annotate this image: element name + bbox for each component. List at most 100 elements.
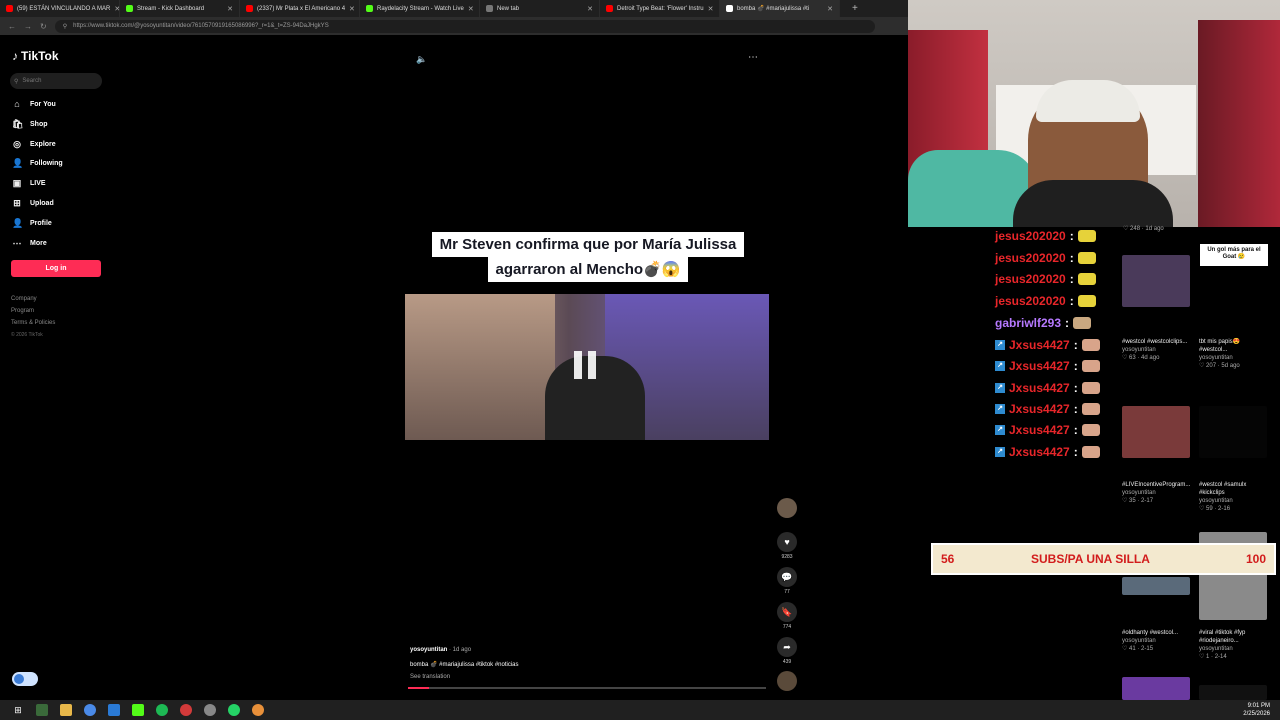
tiktok-logo[interactable]: ♪ TikTok bbox=[12, 49, 59, 63]
more-icon: ⋯ bbox=[12, 237, 22, 248]
nav-live[interactable]: ▣ LIVE bbox=[12, 177, 46, 189]
footer-program-link[interactable]: Program bbox=[11, 308, 34, 314]
more-options-icon[interactable]: ⋯ bbox=[748, 52, 758, 63]
chat-username[interactable]: jesus202020 bbox=[995, 229, 1066, 243]
search-input[interactable]: ⚲ Search bbox=[10, 73, 102, 89]
close-icon[interactable]: ✕ bbox=[587, 5, 593, 13]
video-progress-bar[interactable] bbox=[408, 687, 766, 689]
browser-tab[interactable]: (2337) Mr Plata x El Americano 4 ✕ bbox=[240, 0, 360, 17]
see-translation-link[interactable]: See translation bbox=[410, 674, 450, 680]
login-button[interactable]: Log in bbox=[11, 260, 101, 277]
rec-info[interactable]: #viral #tiktok #fyp #riodejaneiro... yoso… bbox=[1199, 629, 1269, 661]
chrome-icon[interactable] bbox=[84, 704, 96, 716]
close-icon[interactable]: ✕ bbox=[349, 5, 355, 13]
rec-info[interactable]: #westcol #samulx #kickclips yosoyuntitan ♡… bbox=[1199, 481, 1269, 513]
chat-username[interactable]: Jxsus4427 bbox=[1009, 338, 1070, 352]
rec-thumbnail[interactable] bbox=[1122, 255, 1190, 307]
sound-avatar[interactable] bbox=[776, 671, 798, 693]
comment-button[interactable]: 💬 77 bbox=[776, 567, 798, 595]
author-name[interactable]: yosoyuntitan bbox=[410, 647, 447, 653]
footer-copyright: © 2026 TikTok bbox=[11, 332, 43, 338]
browser-tab[interactable]: Stream - Kick Dashboard ✕ bbox=[120, 0, 240, 17]
new-tab-button[interactable]: + bbox=[852, 3, 858, 14]
chat-username[interactable]: Jxsus4427 bbox=[1009, 445, 1070, 459]
live-icon: ▣ bbox=[12, 177, 22, 188]
browser-tab-active[interactable]: bomba 💣 #mariajulissa #ti ✕ bbox=[720, 0, 840, 17]
kick-icon[interactable] bbox=[132, 704, 144, 716]
reload-icon[interactable]: ↻ bbox=[40, 22, 47, 31]
rec-thumbnail[interactable] bbox=[1122, 406, 1190, 458]
chat-username[interactable]: gabriwlf293 bbox=[995, 316, 1061, 330]
browser-icon[interactable] bbox=[180, 704, 192, 716]
url-input[interactable]: ⚲ https://www.tiktok.com/@yosoyuntitan/v… bbox=[54, 19, 875, 33]
rec-thumbnail[interactable] bbox=[1199, 406, 1267, 458]
author-line[interactable]: yosoyuntitan · 1d ago bbox=[410, 647, 471, 653]
footer-company-link[interactable]: Company bbox=[11, 296, 37, 302]
comment-icon: 💬 bbox=[777, 567, 797, 587]
chat-username[interactable]: jesus202020 bbox=[995, 251, 1066, 265]
subs-goal-label: SUBS/PA UNA SILLA bbox=[1031, 552, 1150, 566]
pause-icon[interactable] bbox=[574, 351, 596, 379]
windows-start-icon[interactable]: ⊞ bbox=[12, 704, 24, 716]
whatsapp-icon[interactable] bbox=[228, 704, 240, 716]
close-icon[interactable]: ✕ bbox=[227, 5, 233, 13]
folder-icon[interactable] bbox=[60, 704, 72, 716]
browser-tab[interactable]: New tab ✕ bbox=[480, 0, 600, 17]
creator-avatar[interactable] bbox=[776, 498, 798, 520]
nav-explore[interactable]: ◎ Explore bbox=[12, 138, 56, 150]
share-button[interactable]: ➦ 439 bbox=[776, 637, 798, 665]
store-icon[interactable] bbox=[108, 704, 120, 716]
back-icon[interactable]: ← bbox=[8, 22, 16, 31]
settings-icon[interactable] bbox=[204, 704, 216, 716]
nav-profile[interactable]: 👤 Profile bbox=[12, 217, 52, 229]
system-clock[interactable]: 9:01 PM 2/25/2026 bbox=[1243, 702, 1270, 718]
browser-tab[interactable]: Detroit Type Beat: 'Flower' Instru ✕ bbox=[600, 0, 720, 17]
rec-info[interactable]: #LIVEIncentiveProgram... yosoyuntitan ♡ 35… bbox=[1122, 481, 1192, 505]
chat-username[interactable]: jesus202020 bbox=[995, 294, 1066, 308]
obs-icon[interactable] bbox=[252, 704, 264, 716]
browser-tab[interactable]: Raydelacity Stream - Watch Live ✕ bbox=[360, 0, 480, 17]
video-player[interactable]: 🔈 ⋯ Mr Steven confirma que por María Jul… bbox=[400, 35, 808, 700]
save-button[interactable]: 🔖 774 bbox=[776, 602, 798, 630]
site-info-icon[interactable]: ⚲ bbox=[63, 23, 67, 30]
nav-more[interactable]: ⋯ More bbox=[12, 237, 47, 249]
rec-info[interactable]: #oldhanty #westcol... yosoyuntitan ♡ 41 · … bbox=[1122, 629, 1192, 653]
close-icon[interactable]: ✕ bbox=[468, 5, 474, 13]
chat-separator: : bbox=[1069, 294, 1074, 308]
nav-upload[interactable]: ⊞ Upload bbox=[12, 197, 54, 209]
terminal-icon[interactable] bbox=[36, 704, 48, 716]
browser-tab[interactable]: (59) ESTÁN VINCULANDO A MAR ✕ bbox=[0, 0, 120, 17]
spotify-icon[interactable] bbox=[156, 704, 168, 716]
nav-following[interactable]: 👤 Following bbox=[12, 157, 63, 169]
rec-thumbnail[interactable] bbox=[1122, 577, 1190, 595]
rec-thumbnail[interactable] bbox=[1122, 677, 1190, 700]
emote-icon bbox=[1081, 424, 1100, 436]
rec-thumb-text: Un gol más para el Goat 😢 bbox=[1200, 244, 1268, 266]
profile-icon: 👤 bbox=[12, 217, 24, 228]
rec-info[interactable]: #westcol #westcolclips... yosoyuntitan ♡ 6… bbox=[1122, 338, 1192, 362]
close-icon[interactable]: ✕ bbox=[827, 5, 833, 13]
chat-message: jesus202020: bbox=[995, 228, 1096, 244]
video-frame[interactable] bbox=[405, 294, 769, 440]
chat-username[interactable]: Jxsus4427 bbox=[1009, 359, 1070, 373]
close-icon[interactable]: ✕ bbox=[708, 5, 714, 13]
volume-icon[interactable]: 🔈 bbox=[416, 54, 427, 65]
nav-shop[interactable]: 🛍 Shop bbox=[12, 118, 48, 130]
heart-icon: ♥ bbox=[777, 532, 797, 552]
nav-for-you[interactable]: ⌂ For You bbox=[12, 98, 56, 110]
chat-username[interactable]: jesus202020 bbox=[995, 272, 1066, 286]
floating-toggle[interactable] bbox=[12, 672, 38, 686]
new-tab-icon bbox=[486, 5, 493, 12]
chat-username[interactable]: Jxsus4427 bbox=[1009, 402, 1070, 416]
chat-username[interactable]: Jxsus4427 bbox=[1009, 423, 1070, 437]
webcam-curtain-right bbox=[1198, 20, 1280, 227]
chat-message: ↗ Jxsus4427: bbox=[995, 401, 1100, 417]
like-button[interactable]: ♥ 9283 bbox=[776, 532, 798, 560]
footer-terms-link[interactable]: Terms & Policies bbox=[11, 320, 55, 326]
forward-icon[interactable]: → bbox=[24, 22, 32, 31]
caption-line: Mr Steven confirma que por María Julissa bbox=[431, 232, 745, 257]
rec-info[interactable]: tbt mis papis😍 #westcol... yosoyuntitan ♡ … bbox=[1199, 338, 1269, 370]
chat-username[interactable]: Jxsus4427 bbox=[1009, 381, 1070, 395]
sub-badge-icon: ↗ bbox=[995, 425, 1005, 435]
rec-thumbnail[interactable] bbox=[1199, 685, 1267, 700]
